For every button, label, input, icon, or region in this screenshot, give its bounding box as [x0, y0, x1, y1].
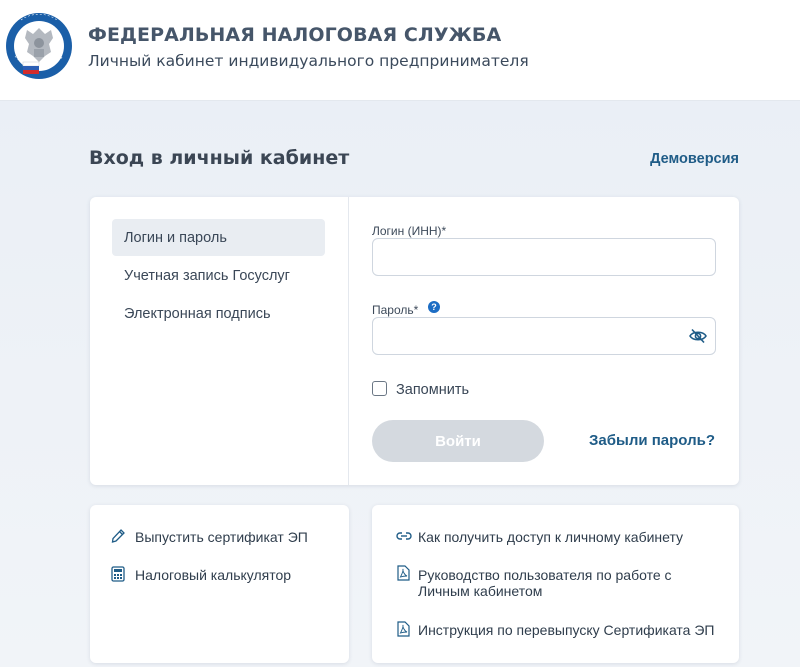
method-login-password[interactable]: Логин и пароль: [112, 219, 325, 256]
calculator-icon: [111, 566, 125, 582]
password-label: Пароль*: [372, 303, 419, 317]
link-reissue-instruction[interactable]: Инструкция по перевыпуску Сертификата ЭП: [418, 622, 714, 638]
pdf-icon: [397, 565, 410, 581]
org-title: ФЕДЕРАЛЬНАЯ НАЛОГОВАЯ СЛУЖБА: [88, 24, 502, 46]
remember-checkbox[interactable]: [372, 381, 387, 396]
header: ФЕДЕРАЛЬНАЯ НАЛОГОВАЯ СЛУЖБА Личный каби…: [0, 0, 800, 101]
tool-tax-calculator[interactable]: Налоговый калькулятор: [135, 567, 291, 583]
org-subtitle: Личный кабинет индивидуального предприни…: [88, 52, 529, 70]
login-label: Логин (ИНН)*: [372, 224, 447, 238]
login-input[interactable]: [372, 238, 716, 276]
login-button[interactable]: Войти: [372, 420, 544, 462]
password-input[interactable]: [372, 317, 716, 355]
login-card: Логин и пароль Учетная запись Госуслуг Э…: [90, 197, 739, 485]
link-access-cabinet[interactable]: Как получить доступ к личному кабинету: [418, 529, 683, 545]
demo-link[interactable]: Демоверсия: [650, 151, 739, 167]
method-gosuslugi[interactable]: Учетная запись Госуслуг: [112, 257, 325, 294]
page-title: Вход в личный кабинет: [89, 147, 350, 169]
remember-label: Запомнить: [396, 382, 470, 398]
link-icon: [396, 532, 412, 540]
pen-icon: [111, 529, 125, 543]
method-digital-signature[interactable]: Электронная подпись: [112, 295, 325, 332]
forgot-password-link[interactable]: Забыли пароль?: [589, 432, 715, 449]
eye-slash-icon[interactable]: [689, 328, 707, 344]
tools-card: Выпустить сертификат ЭП Налоговый кальку…: [90, 505, 349, 663]
link-user-guide[interactable]: Руководство пользователя по работе с Лич…: [418, 567, 718, 599]
fns-emblem-icon: [6, 13, 72, 79]
tool-issue-certificate[interactable]: Выпустить сертификат ЭП: [135, 529, 308, 545]
login-methods: Логин и пароль Учетная запись Госуслуг Э…: [90, 197, 349, 485]
help-icon[interactable]: ?: [428, 301, 440, 313]
pdf-icon: [397, 621, 410, 637]
links-card: Как получить доступ к личному кабинету Р…: [372, 505, 739, 663]
